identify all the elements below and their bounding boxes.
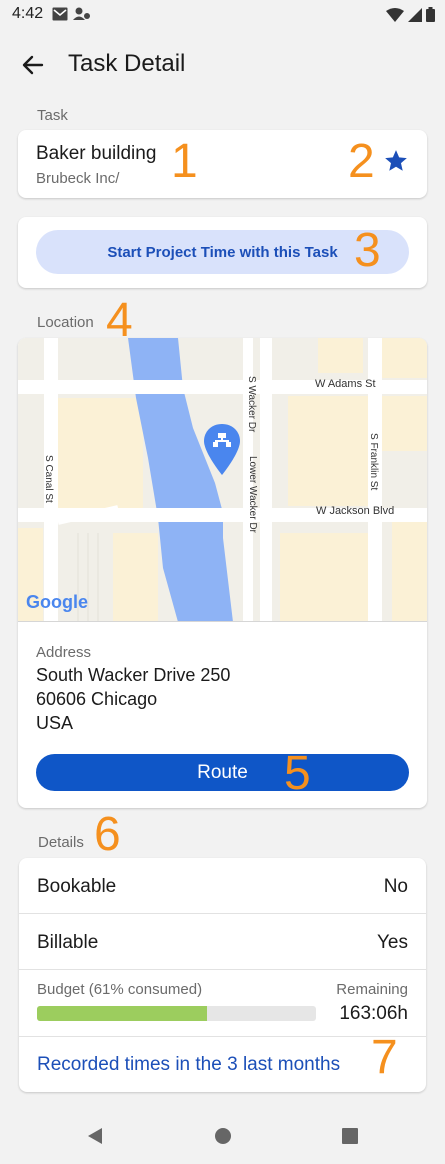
status-bar: 4:42 [0, 0, 445, 30]
map-street-label: W Jackson Blvd [316, 505, 394, 517]
system-nav-bar [0, 1110, 445, 1164]
remaining-label: Remaining [336, 981, 408, 998]
location-card: W Adams St S Wacker Dr Lower Wacker Dr S… [18, 338, 427, 808]
budget-progress-bar [37, 1006, 316, 1021]
recorded-times-link[interactable]: Recorded times in the 3 last months [37, 1054, 340, 1076]
details-card: Bookable No Billable Yes Budget (61% con… [19, 858, 426, 1092]
row-value: No [383, 876, 408, 897]
route-label: Route [197, 761, 248, 783]
status-time: 4:42 [12, 5, 44, 22]
details-row-billable: Billable Yes [19, 914, 426, 970]
annotation-marker-2: 2 [348, 135, 375, 188]
address-street: South Wacker Drive 250 [36, 665, 231, 685]
map-canvas: W Adams St S Wacker Dr Lower Wacker Dr S… [18, 338, 427, 621]
map-street-label: Lower Wacker Dr [247, 456, 258, 534]
app-bar: Task Detail [0, 38, 445, 92]
mail-icon [52, 7, 68, 21]
signal-icon [408, 7, 422, 22]
remaining-value: 163:06h [339, 1003, 408, 1024]
budget-label: Budget (61% consumed) [37, 981, 203, 998]
map-street-label: W Adams St [315, 378, 376, 390]
page-title: Task Detail [68, 50, 186, 77]
task-title: Baker building [36, 143, 157, 164]
annotation-marker-1: 1 [171, 135, 198, 188]
start-project-time-label: Start Project Time with this Task [107, 243, 338, 261]
status-right-icons [386, 7, 435, 22]
budget-progress-fill [37, 1006, 208, 1021]
back-arrow-icon [22, 55, 44, 75]
details-section-label: Details [38, 834, 84, 851]
row-label: Bookable [37, 876, 117, 897]
divider [19, 1036, 426, 1037]
favorite-button[interactable] [383, 148, 409, 174]
details-row-bookable: Bookable No [19, 858, 426, 914]
nav-home-icon[interactable] [214, 1127, 232, 1145]
task-card[interactable]: Baker building Brubeck Inc/ 1 2 [18, 130, 427, 198]
location-section-label: Location [37, 314, 94, 331]
wifi-icon [386, 7, 404, 22]
project-time-card: Start Project Time with this Task 3 [18, 217, 427, 288]
task-section-label: Task [37, 107, 68, 124]
map-street-label: S Wacker Dr [246, 376, 257, 433]
annotation-marker-5: 5 [284, 747, 311, 800]
annotation-marker-6: 6 [94, 808, 121, 861]
nav-back-icon[interactable] [86, 1127, 104, 1145]
star-icon [385, 150, 407, 171]
row-label: Billable [37, 932, 99, 953]
map-view[interactable]: W Adams St S Wacker Dr Lower Wacker Dr S… [18, 338, 427, 622]
address-label: Address [36, 644, 92, 661]
row-value: Yes [377, 932, 408, 953]
battery-icon [426, 7, 435, 22]
nav-recents-icon[interactable] [342, 1128, 358, 1144]
status-left-icons [52, 7, 91, 21]
map-attribution: Google [26, 592, 88, 612]
account-icon [73, 7, 90, 20]
map-street-label: S Franklin St [368, 433, 379, 490]
back-button[interactable] [18, 50, 48, 80]
address-city: 60606 Chicago [36, 689, 158, 709]
annotation-marker-3: 3 [354, 224, 381, 277]
map-street-label: S Canal St [43, 455, 54, 503]
route-button[interactable]: Route [36, 754, 409, 791]
task-customer: Brubeck Inc/ [36, 170, 120, 187]
annotation-marker-7: 7 [371, 1031, 398, 1084]
address-country: USA [36, 713, 74, 733]
